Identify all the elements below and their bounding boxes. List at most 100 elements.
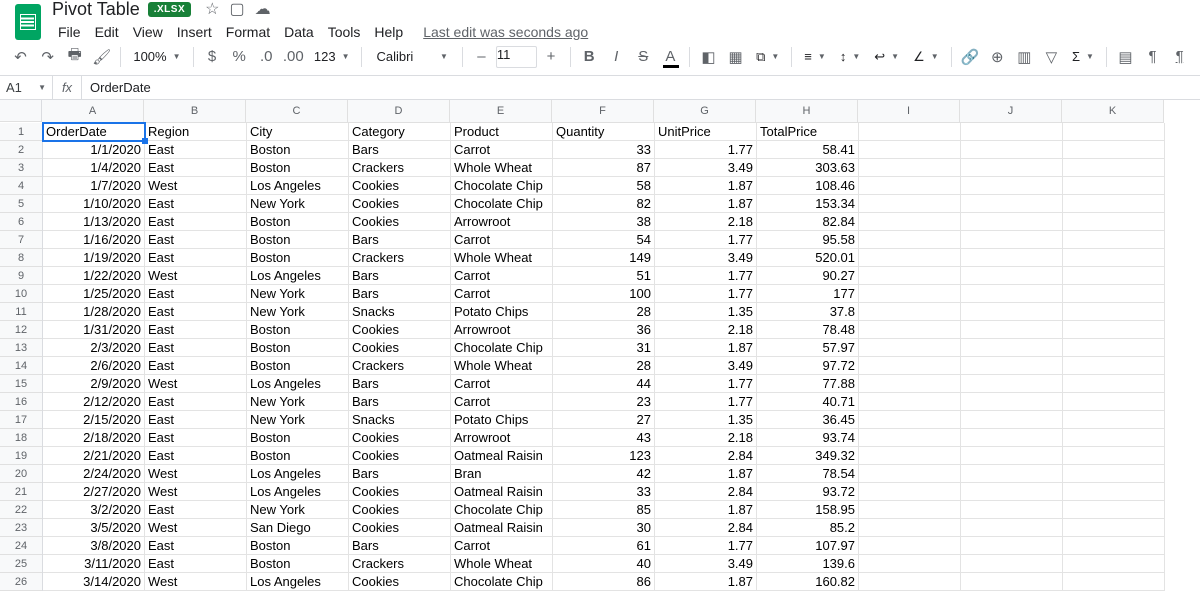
data-cell[interactable] bbox=[961, 519, 1063, 537]
data-cell[interactable] bbox=[859, 411, 961, 429]
data-cell[interactable]: Cookies bbox=[349, 483, 451, 501]
data-cell[interactable]: 28 bbox=[553, 357, 655, 375]
data-cell[interactable]: East bbox=[145, 285, 247, 303]
data-cell[interactable]: 107.97 bbox=[757, 537, 859, 555]
data-cell[interactable]: Cookies bbox=[349, 195, 451, 213]
data-cell[interactable]: East bbox=[145, 357, 247, 375]
data-cell[interactable]: 2/12/2020 bbox=[43, 393, 145, 411]
data-cell[interactable]: 93.72 bbox=[757, 483, 859, 501]
last-edit-link[interactable]: Last edit was seconds ago bbox=[423, 24, 588, 40]
data-cell[interactable] bbox=[859, 447, 961, 465]
data-cell[interactable]: San Diego bbox=[247, 519, 349, 537]
data-cell[interactable] bbox=[1063, 303, 1165, 321]
header-cell[interactable]: Region bbox=[145, 123, 247, 141]
star-icon[interactable]: ☆ bbox=[205, 0, 219, 19]
menu-help[interactable]: Help bbox=[368, 22, 409, 42]
data-cell[interactable] bbox=[859, 555, 961, 573]
data-cell[interactable]: 1/7/2020 bbox=[43, 177, 145, 195]
data-cell[interactable]: East bbox=[145, 213, 247, 231]
row-header[interactable]: 9 bbox=[0, 267, 42, 285]
data-cell[interactable]: East bbox=[145, 447, 247, 465]
data-cell[interactable]: 520.01 bbox=[757, 249, 859, 267]
decrease-decimal-button[interactable]: .0 bbox=[254, 44, 279, 70]
data-cell[interactable] bbox=[961, 339, 1063, 357]
row-header[interactable]: 1 bbox=[0, 123, 42, 141]
data-cell[interactable]: 31 bbox=[553, 339, 655, 357]
insert-link-button[interactable]: 🔗 bbox=[958, 44, 983, 70]
data-cell[interactable]: 1.77 bbox=[655, 141, 757, 159]
data-cell[interactable]: 40 bbox=[553, 555, 655, 573]
data-cell[interactable]: East bbox=[145, 411, 247, 429]
data-cell[interactable]: East bbox=[145, 249, 247, 267]
data-cell[interactable] bbox=[1063, 285, 1165, 303]
row-header[interactable]: 24 bbox=[0, 537, 42, 555]
row-header[interactable]: 2 bbox=[0, 141, 42, 159]
data-cell[interactable]: Potato Chips bbox=[451, 411, 553, 429]
menu-insert[interactable]: Insert bbox=[171, 22, 218, 42]
undo-button[interactable]: ↶ bbox=[8, 44, 33, 70]
data-cell[interactable]: Boston bbox=[247, 339, 349, 357]
select-all-corner[interactable] bbox=[0, 100, 42, 122]
data-cell[interactable]: Bars bbox=[349, 537, 451, 555]
data-cell[interactable] bbox=[1063, 483, 1165, 501]
data-cell[interactable]: Los Angeles bbox=[247, 483, 349, 501]
data-cell[interactable] bbox=[859, 321, 961, 339]
data-cell[interactable]: 2.84 bbox=[655, 483, 757, 501]
number-format-dropdown[interactable]: 123▼ bbox=[308, 45, 356, 69]
document-title[interactable]: Pivot Table bbox=[52, 0, 140, 20]
data-cell[interactable]: 2.18 bbox=[655, 429, 757, 447]
data-cell[interactable]: Carrot bbox=[451, 285, 553, 303]
data-cell[interactable] bbox=[961, 411, 1063, 429]
data-cell[interactable]: 2.18 bbox=[655, 213, 757, 231]
data-cell[interactable]: Arrowroot bbox=[451, 321, 553, 339]
data-cell[interactable]: Carrot bbox=[451, 267, 553, 285]
header-cell[interactable]: Product bbox=[451, 123, 553, 141]
data-cell[interactable] bbox=[1063, 267, 1165, 285]
increase-decimal-button[interactable]: .00 bbox=[281, 44, 306, 70]
data-cell[interactable] bbox=[859, 177, 961, 195]
spreadsheet-grid[interactable]: ABCDEFGHIJK 1234567891011121314151617181… bbox=[0, 100, 1200, 591]
data-cell[interactable]: Boston bbox=[247, 357, 349, 375]
header-cell[interactable] bbox=[961, 123, 1063, 141]
row-header[interactable]: 22 bbox=[0, 501, 42, 519]
header-cell[interactable] bbox=[859, 123, 961, 141]
data-cell[interactable]: 3.49 bbox=[655, 249, 757, 267]
data-cell[interactable] bbox=[859, 339, 961, 357]
data-cell[interactable]: New York bbox=[247, 285, 349, 303]
sheets-logo[interactable] bbox=[8, 2, 48, 42]
data-cell[interactable]: Bars bbox=[349, 375, 451, 393]
data-cell[interactable] bbox=[961, 267, 1063, 285]
data-cell[interactable] bbox=[961, 447, 1063, 465]
column-header[interactable]: E bbox=[450, 100, 552, 122]
data-cell[interactable]: 123 bbox=[553, 447, 655, 465]
menu-format[interactable]: Format bbox=[220, 22, 276, 42]
data-cell[interactable] bbox=[1063, 465, 1165, 483]
data-cell[interactable] bbox=[859, 519, 961, 537]
data-cell[interactable] bbox=[859, 393, 961, 411]
data-cell[interactable] bbox=[961, 141, 1063, 159]
data-cell[interactable]: East bbox=[145, 393, 247, 411]
data-cell[interactable]: 1.35 bbox=[655, 303, 757, 321]
data-cell[interactable]: 3/2/2020 bbox=[43, 501, 145, 519]
horizontal-align-dropdown[interactable]: ≡▼ bbox=[798, 45, 832, 69]
data-cell[interactable]: Chocolate Chip bbox=[451, 177, 553, 195]
data-cell[interactable]: Carrot bbox=[451, 231, 553, 249]
data-cell[interactable]: 1.87 bbox=[655, 195, 757, 213]
data-cell[interactable] bbox=[961, 483, 1063, 501]
data-cell[interactable]: East bbox=[145, 429, 247, 447]
data-cell[interactable] bbox=[1063, 555, 1165, 573]
row-header[interactable]: 11 bbox=[0, 303, 42, 321]
data-cell[interactable]: Boston bbox=[247, 213, 349, 231]
data-cell[interactable]: 78.54 bbox=[757, 465, 859, 483]
data-cell[interactable]: 1/22/2020 bbox=[43, 267, 145, 285]
data-cell[interactable]: 3.49 bbox=[655, 555, 757, 573]
toolbar-extra-1[interactable]: ▤ bbox=[1113, 44, 1138, 70]
data-cell[interactable]: 2/15/2020 bbox=[43, 411, 145, 429]
row-header[interactable]: 5 bbox=[0, 195, 42, 213]
data-cell[interactable]: Crackers bbox=[349, 249, 451, 267]
data-cell[interactable]: 177 bbox=[757, 285, 859, 303]
font-family-dropdown[interactable]: Calibri▼ bbox=[368, 45, 455, 69]
data-cell[interactable]: Los Angeles bbox=[247, 177, 349, 195]
data-cell[interactable] bbox=[859, 249, 961, 267]
row-header[interactable]: 18 bbox=[0, 429, 42, 447]
